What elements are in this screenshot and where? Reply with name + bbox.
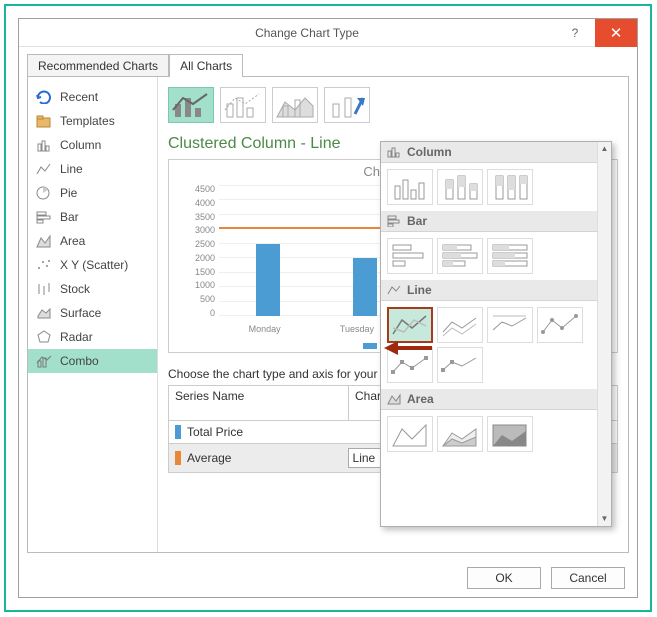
tab-recommended-charts[interactable]: Recommended Charts xyxy=(27,54,169,77)
sidebar-item-pie[interactable]: Pie xyxy=(28,181,157,205)
scroll-down-icon[interactable]: ▼ xyxy=(598,512,611,526)
subtype-stacked-area-column[interactable] xyxy=(272,87,318,123)
area-icon xyxy=(387,393,401,405)
dialog-footer: OK Cancel xyxy=(19,559,637,597)
chart-type-value: Line xyxy=(353,451,376,465)
line-icon xyxy=(387,284,401,296)
dialog-content: Recent Templates Column Line Pie Bar xyxy=(27,76,629,553)
column-icon xyxy=(36,138,52,152)
series-swatch-blue xyxy=(175,425,181,439)
charttype-line-markers[interactable] xyxy=(537,307,583,343)
templates-icon xyxy=(36,114,52,128)
pie-icon xyxy=(36,186,52,200)
popup-section-area: Area xyxy=(381,389,611,410)
popup-section-label: Area xyxy=(407,392,434,406)
subtype-clustered-column-line-secondary[interactable] xyxy=(220,87,266,123)
popup-section-label: Column xyxy=(407,145,452,159)
tabstrip: Recommended Charts All Charts xyxy=(19,47,637,76)
popup-section-label: Bar xyxy=(407,214,427,228)
series-name-label: Total Price xyxy=(187,425,243,439)
popup-section-bar: Bar xyxy=(381,211,611,232)
sidebar-item-column[interactable]: Column xyxy=(28,133,157,157)
cancel-button[interactable]: Cancel xyxy=(551,567,625,589)
charttype-clustered-column[interactable] xyxy=(387,169,433,205)
sidebar-item-radar[interactable]: Radar xyxy=(28,325,157,349)
sidebar-item-scatter[interactable]: X Y (Scatter) xyxy=(28,253,157,277)
help-button[interactable]: ? xyxy=(555,19,595,47)
change-chart-type-dialog: Change Chart Type ? ✕ Recommended Charts… xyxy=(18,18,638,598)
sidebar-item-label: Recent xyxy=(60,90,98,104)
sidebar-item-label: Line xyxy=(60,162,83,176)
bar-icon xyxy=(36,210,52,224)
column-icon xyxy=(387,146,401,158)
sidebar-item-area[interactable]: Area xyxy=(28,229,157,253)
sidebar-item-label: Pie xyxy=(60,186,77,200)
series-name-label: Average xyxy=(187,451,231,465)
charttype-stacked-line[interactable] xyxy=(437,307,483,343)
series-col-name: Series Name xyxy=(169,386,349,420)
subtype-custom-combo[interactable] xyxy=(324,87,370,123)
area-icon xyxy=(36,234,52,248)
scatter-icon xyxy=(36,258,52,272)
sidebar-item-label: Surface xyxy=(60,306,101,320)
combo-subtype-row xyxy=(168,87,618,123)
window-title: Change Chart Type xyxy=(59,26,555,40)
chart-y-axis: 050010001500200025003000350040004500 xyxy=(185,184,215,318)
popup-scrollbar[interactable]: ▲ ▼ xyxy=(597,142,611,526)
sidebar-item-templates[interactable]: Templates xyxy=(28,109,157,133)
radar-icon xyxy=(36,330,52,344)
popup-section-label: Line xyxy=(407,283,432,297)
recent-icon xyxy=(36,90,52,104)
charttype-100-stacked-column[interactable] xyxy=(487,169,533,205)
stock-icon xyxy=(36,282,52,296)
annotation-arrow-icon xyxy=(384,337,434,362)
charttype-100-stacked-bar[interactable] xyxy=(487,238,533,274)
ok-button[interactable]: OK xyxy=(467,567,541,589)
charttype-stacked-bar[interactable] xyxy=(437,238,483,274)
sidebar-item-surface[interactable]: Surface xyxy=(28,301,157,325)
popup-section-column: Column xyxy=(381,142,611,163)
sidebar-item-line[interactable]: Line xyxy=(28,157,157,181)
sidebar-item-combo[interactable]: Combo xyxy=(28,349,157,373)
sidebar-item-label: Templates xyxy=(60,114,115,128)
tab-all-charts[interactable]: All Charts xyxy=(169,54,243,77)
titlebar: Change Chart Type ? ✕ xyxy=(19,19,637,47)
bar-icon xyxy=(387,215,401,227)
sidebar-item-label: X Y (Scatter) xyxy=(60,258,128,272)
popup-section-line: Line xyxy=(381,280,611,301)
charttype-100-stacked-area[interactable] xyxy=(487,416,533,452)
charttype-100-stacked-line-markers[interactable] xyxy=(437,347,483,383)
combo-icon xyxy=(36,354,52,368)
charttype-stacked-area[interactable] xyxy=(437,416,483,452)
sidebar-item-label: Radar xyxy=(60,330,93,344)
subtype-clustered-column-line[interactable] xyxy=(168,87,214,123)
series-swatch-orange xyxy=(175,451,181,465)
charttype-area[interactable] xyxy=(387,416,433,452)
charttype-stacked-column[interactable] xyxy=(437,169,483,205)
sidebar-item-label: Stock xyxy=(60,282,90,296)
sidebar-item-label: Bar xyxy=(60,210,79,224)
charttype-100-stacked-line[interactable] xyxy=(487,307,533,343)
sidebar-item-label: Combo xyxy=(60,354,99,368)
scroll-up-icon[interactable]: ▲ xyxy=(598,142,611,156)
charttype-clustered-bar[interactable] xyxy=(387,238,433,274)
chart-category-sidebar: Recent Templates Column Line Pie Bar xyxy=(28,77,158,552)
sidebar-item-label: Area xyxy=(60,234,85,248)
close-button[interactable]: ✕ xyxy=(595,19,637,47)
sidebar-item-label: Column xyxy=(60,138,101,152)
sidebar-item-bar[interactable]: Bar xyxy=(28,205,157,229)
surface-icon xyxy=(36,306,52,320)
line-icon xyxy=(36,162,52,176)
chart-type-gallery-popup: Column Bar Line xyxy=(380,141,612,527)
sidebar-item-stock[interactable]: Stock xyxy=(28,277,157,301)
sidebar-item-recent[interactable]: Recent xyxy=(28,85,157,109)
